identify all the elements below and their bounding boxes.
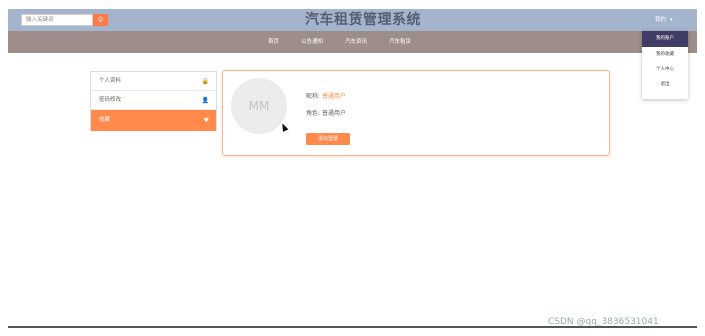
nickname-row: 昵称: 普通用户: [306, 91, 346, 100]
role-label: 角色:: [306, 110, 321, 117]
sidebar-item-favorites[interactable]: 收藏 ♥: [91, 110, 216, 131]
user-dropdown-menu: 我的账户 我的收藏 个人中心 退出: [642, 31, 688, 99]
search-icon: ⚲: [97, 16, 104, 24]
sidebar-item-label: 个人资料: [99, 78, 122, 84]
nav-item-car-news[interactable]: 汽车资讯: [345, 31, 367, 53]
dropdown-item-my-favorites[interactable]: 我的收藏: [642, 47, 688, 62]
nickname-label: 昵称:: [306, 93, 321, 100]
heart-icon: ♥: [203, 117, 209, 124]
sidebar-item-label: 密码修改: [99, 97, 122, 103]
site-title: 汽车租赁管理系统: [305, 12, 421, 28]
top-bar: 输入关键词 ⚲ 汽车租赁管理系统 我的 ▾: [8, 9, 697, 31]
dropdown-item-logout[interactable]: 退出: [642, 77, 688, 92]
user-menu-label: 我的: [655, 17, 667, 23]
nickname-value: 普通用户: [321, 93, 346, 100]
logout-button[interactable]: 退出登录: [306, 133, 350, 145]
profile-sidebar: 个人资料 🔒 密码修改 👤 收藏 ♥: [90, 71, 217, 131]
sidebar-item-profile[interactable]: 个人资料 🔒: [91, 72, 216, 91]
bottom-divider: [8, 326, 697, 328]
user-icon: 👤: [201, 97, 209, 104]
avatar: MM: [231, 78, 287, 134]
sidebar-item-password[interactable]: 密码修改 👤: [91, 91, 216, 110]
user-menu-toggle[interactable]: 我的 ▾: [655, 14, 673, 26]
sidebar-item-label: 收藏: [99, 117, 111, 123]
dropdown-item-personal-center[interactable]: 个人中心: [642, 62, 688, 77]
role-value: 普通用户: [321, 110, 346, 117]
dropdown-item-my-account[interactable]: 我的账户: [642, 31, 688, 47]
lock-icon: 🔒: [201, 78, 209, 85]
search-input[interactable]: 输入关键词: [21, 14, 93, 26]
role-row: 角色: 普通用户: [306, 108, 346, 117]
main-nav: 首页 公告通知 汽车资讯 汽车租赁: [8, 31, 697, 53]
profile-card: MM 昵称: 普通用户 角色: 普通用户 退出登录: [222, 70, 610, 156]
nav-item-car-rental[interactable]: 汽车租赁: [389, 31, 411, 53]
search-button[interactable]: ⚲: [93, 14, 108, 26]
chevron-down-icon: ▾: [670, 17, 673, 23]
nav-item-home[interactable]: 首页: [268, 31, 279, 53]
nav-item-notices[interactable]: 公告通知: [301, 31, 323, 53]
